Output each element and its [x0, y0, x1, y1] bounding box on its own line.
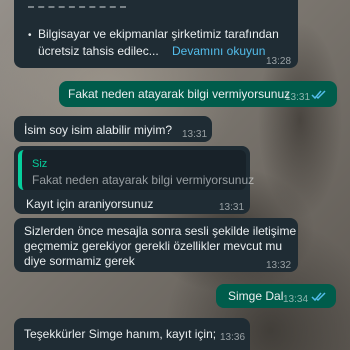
message-bubble-outgoing: Simge Dal 13:34: [216, 284, 336, 308]
message-text: geçmemiz gerekiyor gerekli özellikler me…: [24, 239, 283, 253]
message-text: ücretsiz tahsis edilec...: [38, 44, 159, 58]
message-text: Sizlerden önce mesajla sonra sesli şekil…: [24, 224, 297, 238]
read-more-link[interactable]: Devamını okuyun: [172, 43, 265, 59]
message-text: Kayıt için araniyorsunuz: [26, 197, 154, 211]
read-receipt-icon: [311, 90, 326, 100]
message-text: İsim soy isim alabilir miyim?: [24, 123, 173, 137]
message-time: 13:28: [266, 56, 292, 67]
message-text: Simge Dal: [228, 289, 284, 303]
message-text: Fakat neden atayarak bilgi vermiyorsunuz: [68, 87, 291, 101]
message-time: 13:31: [285, 92, 311, 103]
message-time: 13:31: [182, 129, 208, 140]
quoted-sender: Siz: [32, 158, 48, 170]
message-bubble-incoming: İsim soy isim alabilir miyim? 13:31: [14, 116, 212, 142]
message-bubble-incoming: Teşekkürler Simge hanım, kayıt için; 13:…: [14, 318, 250, 350]
message-text: Teşekkürler Simge hanım, kayıt için;: [24, 327, 217, 341]
bullet-dot: •: [28, 30, 32, 41]
message-bubble-incoming: Siz Fakat neden atayarak bilgi vermiyors…: [14, 146, 254, 214]
message-text: Bilgisayar ve ekipmanlar şirketimiz tara…: [38, 27, 279, 41]
message-text: diye sormamiz gerek: [24, 254, 135, 268]
message-time: 13:34: [283, 294, 309, 305]
message-time: 13:32: [266, 260, 292, 271]
quoted-text: Fakat neden atayarak bilgi vermiyorsunuz: [32, 173, 255, 187]
read-receipt-icon: [311, 292, 326, 302]
message-bubble-incoming: • Bilgisayar ve ekipmanlar şirketimiz ta…: [14, 0, 298, 68]
quoted-message[interactable]: Siz Fakat neden atayarak bilgi vermiyors…: [18, 150, 254, 190]
wavy-divider: [28, 6, 126, 10]
message-bubble-outgoing: Fakat neden atayarak bilgi vermiyorsunuz…: [59, 81, 337, 107]
message-bubble-incoming: Sizlerden önce mesajla sonra sesli şekil…: [14, 218, 298, 272]
message-time: 13:36: [220, 332, 246, 343]
message-time: 13:31: [219, 202, 245, 213]
